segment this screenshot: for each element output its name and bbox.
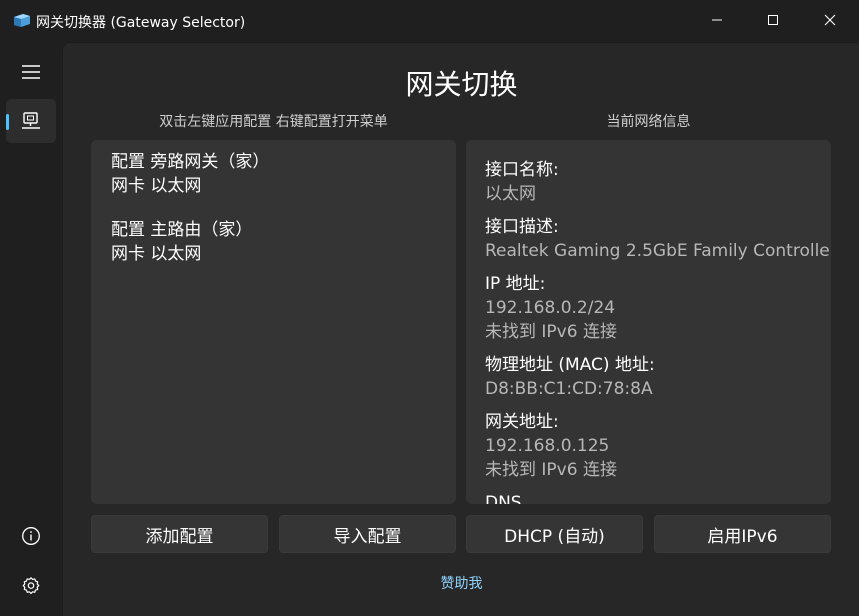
config-item[interactable]: 配置 旁路网关（家） 网卡 以太网 [111, 150, 269, 198]
ipv4-value: 192.168.0.2/24 [485, 298, 616, 318]
mac-label: 物理地址 (MAC) 地址: [485, 355, 655, 375]
mac-value: D8:BB:C1:CD:78:8A [485, 379, 653, 399]
minimize-icon [711, 19, 722, 21]
config-hint-text: 双击左键应用配置 右键配置打开菜单 [159, 114, 388, 130]
config-name: 配置 主路由（家） [111, 220, 253, 240]
gateway-v6-value: 未找到 IPv6 连接 [485, 460, 617, 480]
config-adapter: 网卡 以太网 [111, 176, 202, 196]
network-computer-icon [22, 112, 40, 129]
interface-name-label: 接口名称: [485, 160, 559, 180]
network-info-panel[interactable]: 接口名称: 以太网 接口描述: Realtek Gaming 2.5GbE Fa… [466, 140, 831, 504]
add-config-button[interactable]: 添加配置 [91, 515, 268, 553]
info-ip: IP 地址: 192.168.0.2/24 未找到 IPv6 连接 [485, 272, 617, 344]
page-title: 网关切换 [405, 68, 518, 101]
sponsor-link[interactable]: 赞助我 [63, 573, 859, 593]
config-item[interactable]: 配置 主路由（家） 网卡 以太网 [111, 218, 252, 266]
info-mac: 物理地址 (MAC) 地址: D8:BB:C1:CD:78:8A [485, 353, 655, 401]
interface-desc-label: 接口描述: [485, 217, 559, 237]
ip-label: IP 地址: [485, 274, 546, 294]
gateway-v4-value: 192.168.0.125 [485, 436, 610, 456]
main-content: 网关切换 双击左键应用配置 右键配置打开菜单 当前网络信息 配置 旁路网关（家）… [62, 42, 859, 616]
app-window: 网关切换器 (Gateway Selector) 网关切换 双击左键应用配置 右… [0, 0, 859, 616]
nav-item-settings[interactable] [6, 564, 56, 608]
config-name: 配置 旁路网关（家） [111, 152, 270, 172]
window-title: 网关切换器 (Gateway Selector) [36, 15, 246, 31]
dhcp-button[interactable]: DHCP (自动) [466, 515, 643, 553]
config-adapter: 网卡 以太网 [111, 244, 202, 264]
nav-item-network[interactable] [6, 99, 56, 143]
info-dns: DNS [485, 491, 522, 504]
import-config-button[interactable]: 导入配置 [279, 515, 456, 553]
info-gateway: 网关地址: 192.168.0.125 未找到 IPv6 连接 [485, 410, 617, 482]
close-button[interactable] [801, 0, 858, 40]
title-bar[interactable]: 网关切换器 (Gateway Selector) [0, 0, 859, 42]
interface-name-value: 以太网 [485, 184, 536, 204]
interface-desc-value: Realtek Gaming 2.5GbE Family Controller [485, 241, 831, 261]
config-list[interactable]: 配置 旁路网关（家） 网卡 以太网 配置 主路由（家） 网卡 以太网 [91, 140, 456, 504]
dns-label: DNS [485, 493, 522, 504]
maximize-button[interactable] [744, 0, 801, 40]
selection-indicator [6, 114, 9, 130]
gear-icon [22, 577, 40, 594]
nav-menu-button[interactable] [6, 50, 56, 94]
maximize-icon [767, 15, 778, 25]
minimize-button[interactable] [688, 0, 745, 40]
gateway-label: 网关地址: [485, 412, 559, 432]
info-icon [22, 527, 40, 545]
info-interface-desc: 接口描述: Realtek Gaming 2.5GbE Family Contr… [485, 215, 831, 263]
close-icon [824, 14, 835, 26]
enable-ipv6-button[interactable]: 启用IPv6 [654, 515, 831, 553]
ipv6-value: 未找到 IPv6 连接 [485, 322, 617, 342]
side-nav [0, 42, 62, 616]
app-monitor-icon [13, 13, 31, 29]
nav-item-about[interactable] [6, 514, 56, 558]
hamburger-icon [22, 65, 40, 79]
info-interface-name: 接口名称: 以太网 [485, 158, 559, 206]
network-info-heading: 当前网络信息 [606, 114, 691, 130]
